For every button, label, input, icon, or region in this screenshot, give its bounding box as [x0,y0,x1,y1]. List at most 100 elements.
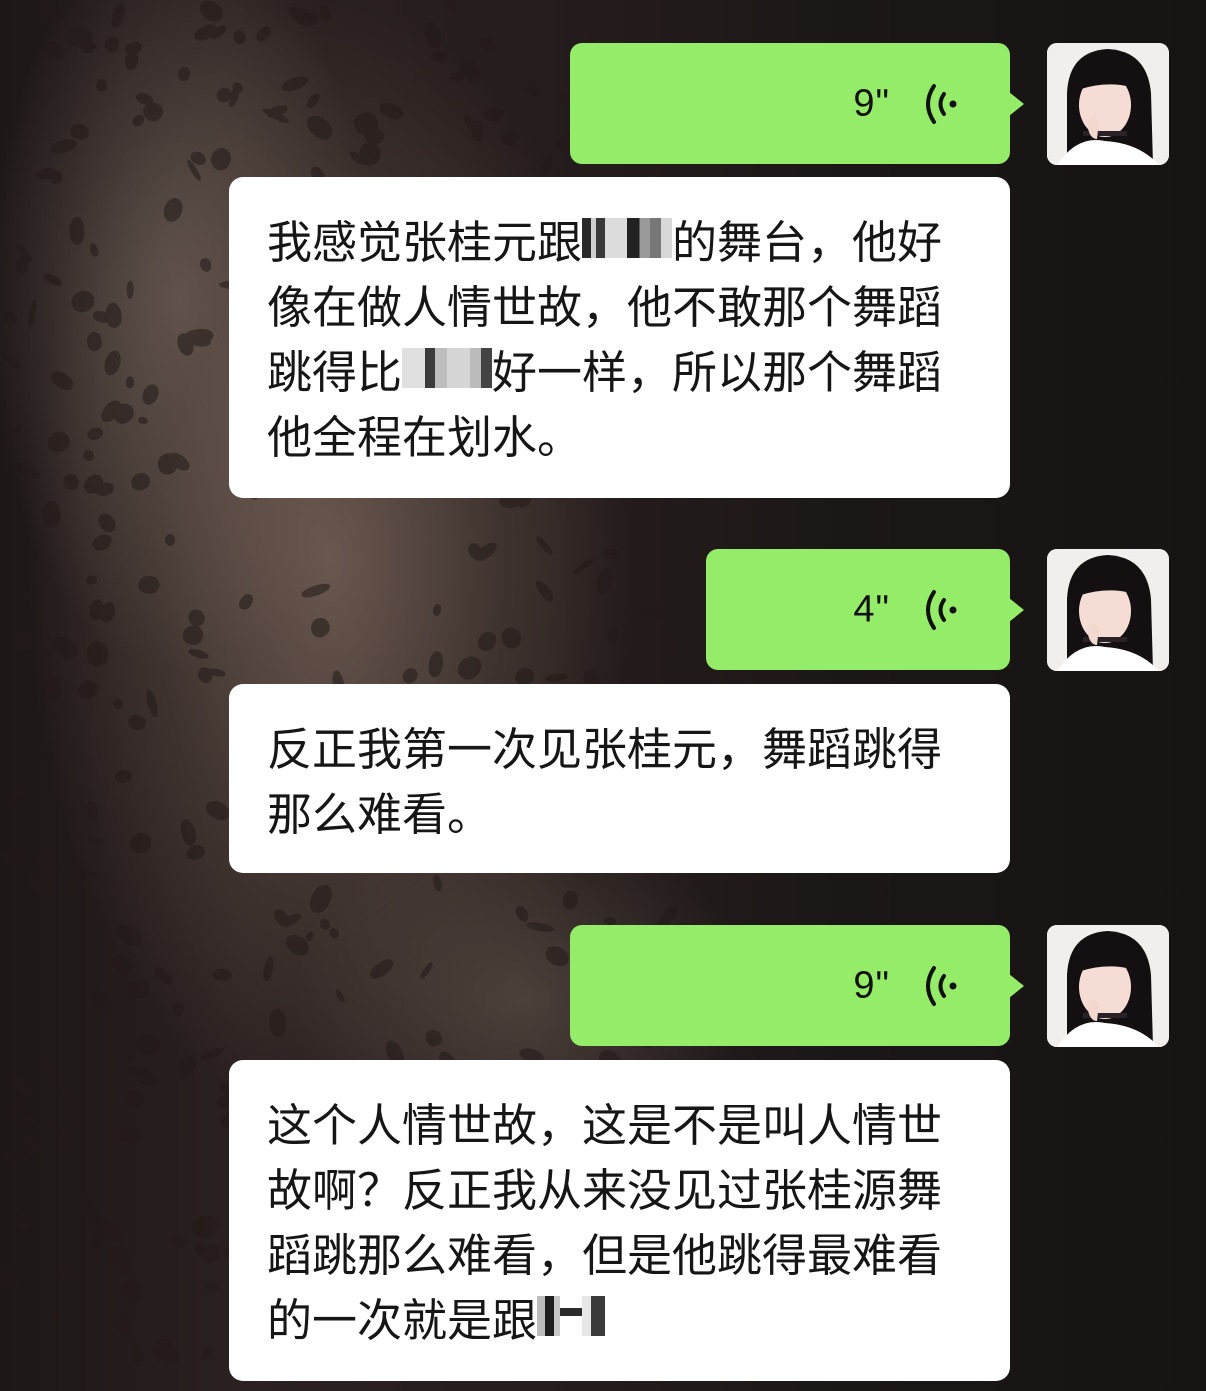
leopard-spot [46,508,55,524]
leopard-spot [62,881,82,900]
leopard-spot [484,106,503,122]
leopard-spot [15,1115,39,1127]
leopard-spot [41,37,68,64]
leopard-spot [101,349,123,378]
leopard-spot [59,1094,90,1127]
leopard-spot [212,967,233,982]
leopard-spot [85,800,100,822]
leopard-spot [143,688,160,718]
leopard-spot [539,152,556,180]
leopard-spot [135,1032,161,1056]
leopard-spot [179,621,207,649]
leopard-spot [544,672,569,684]
voice-message-bubble[interactable]: 4" [706,549,1024,670]
voice-wave-icon [926,965,957,1006]
leopard-spot [164,533,176,548]
leopard-spot [604,916,616,925]
leopard-spot [542,943,572,970]
leopard-spot [22,585,40,602]
leopard-spot [48,136,79,157]
voice-wave-icon [926,83,957,124]
leopard-spot [151,964,176,987]
leopard-spot [514,667,534,686]
leopard-spot [198,256,213,273]
leopard-spot [268,1007,289,1037]
voice-message-bubble[interactable]: 9" [570,925,1024,1046]
leopard-spot [199,1045,225,1064]
leopard-spot [88,241,101,258]
leopard-spot [186,646,210,661]
leopard-spot [587,31,595,43]
leopard-spot [87,835,105,849]
leopard-spot [455,56,485,86]
leopard-spot [112,1311,136,1338]
leopard-spot [52,1307,60,1324]
leopard-spot [109,1,128,29]
leopard-spot [572,556,597,577]
leopard-spot [232,28,247,45]
leopard-spot [125,280,134,299]
leopard-spot [94,510,119,536]
leopard-spot [15,256,30,276]
leopard-spot [0,1265,24,1293]
leopard-spot [167,1231,190,1252]
leopard-spot [62,856,93,887]
leopard-spot [137,416,148,425]
leopard-spot [431,603,444,617]
voice-transcript-bubble: 我感觉张桂元跟 的舞台，他好像在做人情世故，他不敢那个舞蹈跳得比 好一样，所以那个舞… [229,177,1010,498]
leopard-spot [113,698,123,709]
leopard-spot [130,1343,145,1368]
leopard-spot [2,422,25,448]
leopard-spot [125,1052,138,1064]
leopard-spot [8,1020,21,1033]
leopard-spot [533,534,555,556]
leopard-spot [0,350,24,371]
leopard-spot [84,574,99,587]
leopard-spot [261,955,275,982]
leopard-spot [418,960,435,980]
voice-message-bubble[interactable]: 9" [570,43,1024,164]
leopard-spot [128,470,152,492]
leopard-spot [9,627,33,654]
voice-duration: 9" [853,82,890,124]
leopard-spot [188,1210,222,1243]
leopard-spot [85,331,104,353]
leopard-spot [35,0,69,25]
leopard-spot [328,927,340,940]
leopard-spot [1,310,18,329]
leopard-spot [279,73,311,95]
leopard-spot [60,471,83,494]
leopard-spot [2,1152,30,1162]
leopard-spot [172,1001,185,1017]
leopard-spot [607,627,619,645]
leopard-spot [85,425,105,442]
leopard-spot [125,375,135,388]
leopard-spot [207,144,235,173]
leopard-spot [442,0,460,14]
avatar[interactable] [1047,549,1169,671]
leopard-spot [121,1280,143,1302]
leopard-spot [82,1199,104,1229]
leopard-spot [673,0,685,12]
leopard-spot [185,843,207,861]
leopard-spot [126,714,147,731]
leopard-spot [177,817,200,848]
leopard-spot [202,797,233,824]
leopard-spot [423,1028,444,1049]
leopard-spot [127,829,156,858]
leopard-spot [76,678,101,702]
leopard-spot [94,77,108,93]
leopard-spot [300,581,333,601]
leopard-spot [44,1067,72,1097]
transcript-text: 反正我第一次见张桂元，舞蹈跳得那么难看。 [267,723,943,841]
leopard-spot [136,574,161,596]
voice-transcript-bubble: 这个人情世故，这是不是叫人情世故啊？反正我从来没见过张桂源舞蹈跳那么难看，但是他… [229,1060,1010,1381]
leopard-spot [57,1265,77,1285]
leopard-spot [8,1096,26,1117]
leopard-spot [638,601,669,622]
avatar[interactable] [1047,925,1169,1047]
transcript-text: 这个人情世故，这是不是叫人情世故啊？反正我从来没见过张桂源舞蹈跳那么难看，但是他… [267,1099,943,1347]
leopard-spot [594,566,614,596]
leopard-spot [176,65,193,83]
avatar[interactable] [1047,43,1169,165]
